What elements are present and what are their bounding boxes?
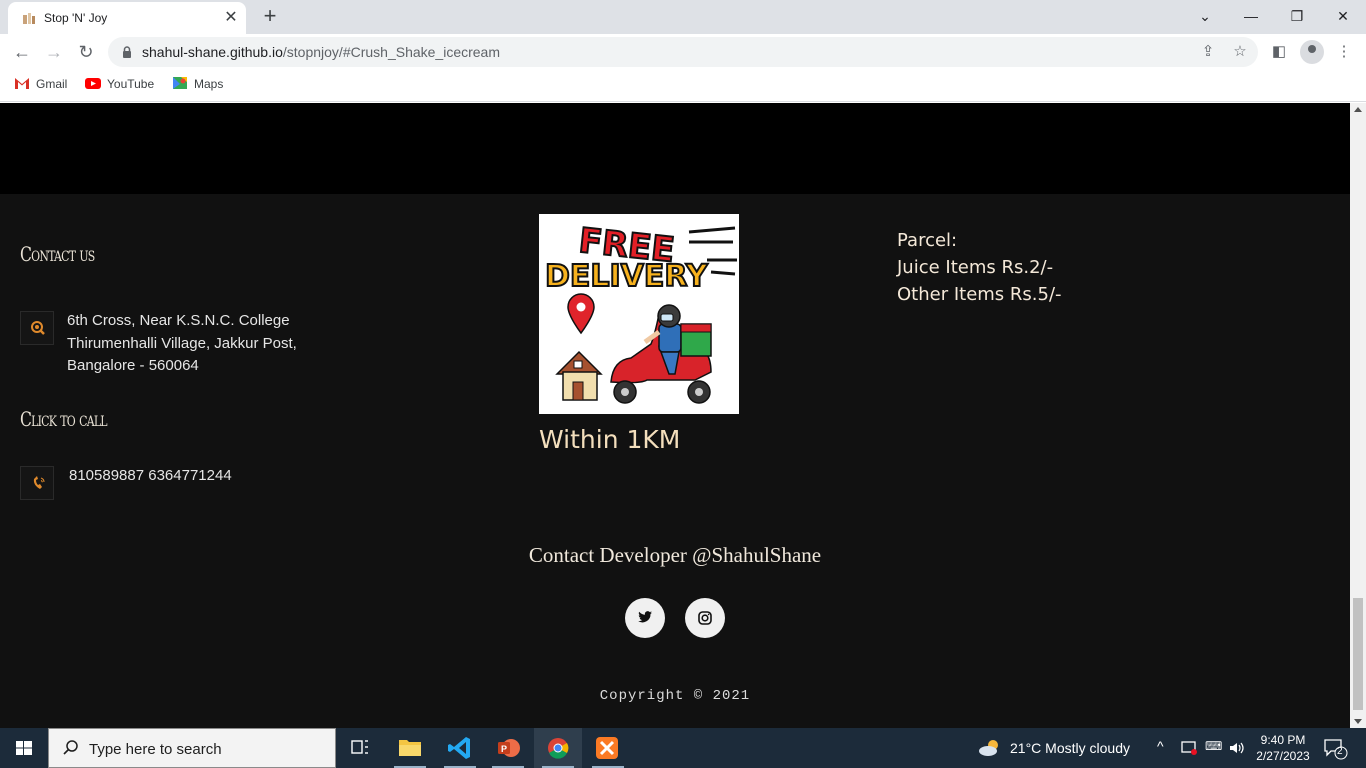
scroll-up-arrow-icon[interactable] [1354,107,1362,112]
page-footer: Contact us 6th Cross, Near K.S.N.C. Coll… [0,103,1350,728]
parcel-charges: Parcel: Juice Items Rs.2/- Other Items R… [897,227,1062,308]
powerpoint-icon: P [498,739,520,757]
free-delivery-image: FREE DELIVERY [539,214,739,414]
minimize-button[interactable]: — [1228,4,1274,30]
weather-cloudy-icon [979,740,998,756]
ime-icon[interactable]: ⌨ [1205,739,1222,753]
weather-text[interactable]: 21°C Mostly cloudy [1010,740,1130,756]
back-button[interactable]: ← [9,39,35,65]
search-location-icon [31,321,45,335]
windows-logo-icon [16,741,32,755]
new-tab-button[interactable]: + [258,5,282,29]
menu-icon[interactable]: ⋮ [1331,39,1357,65]
system-clock[interactable]: 9:40 PM 2/27/2023 [1252,732,1314,764]
address-line: 6th Cross, Near K.S.N.C. College [67,312,290,329]
chrome-button[interactable] [534,728,582,768]
url-text: shahul-shane.github.io/stopnjoy/#Crush_S… [142,44,500,60]
phone-icon [33,476,45,489]
contact-heading: Contact us [20,242,95,266]
site-favicon-icon [23,13,35,24]
bookmarks-bar: Gmail YouTube Maps [0,70,1366,102]
bookmark-label: YouTube [107,77,155,91]
browser-tab-bar: Stop 'N' Joy ✕ + ⌄ — ❐ ✕ [0,0,1366,34]
notification-center-button[interactable]: 2 [1322,736,1348,760]
developer-contact: Contact Developer @ShahulShane [528,543,822,567]
location-icon-box [20,311,54,345]
xampp-button[interactable] [584,728,632,768]
url-host: shahul-shane.github.io [142,44,283,60]
bookmark-youtube[interactable]: YouTube [85,76,154,96]
twitter-icon [638,611,652,623]
tray-overflow-chevron-icon[interactable]: ^ [1157,738,1164,754]
call-heading: Click to call [20,407,108,431]
clock-time: 9:40 PM [1260,733,1306,747]
delivery-word: DELIVERY [545,259,709,294]
file-explorer-button[interactable] [386,728,434,768]
phone-numbers[interactable]: 810589887 6364771244 [69,465,232,488]
maps-icon [173,77,187,89]
vscode-icon [448,737,470,759]
bookmark-star-icon[interactable]: ☆ [1230,42,1250,62]
chrome-icon [548,738,569,759]
instagram-link[interactable] [685,598,725,638]
delivery-box-icon [680,323,712,357]
vscode-button[interactable] [436,728,484,768]
map-pin-icon [567,293,595,335]
profile-avatar[interactable] [1300,40,1324,64]
notification-count: 2 [1337,746,1343,757]
svg-text:P: P [501,744,507,754]
taskbar-search-box[interactable]: Type here to search [48,728,336,768]
address-text: 6th Cross, Near K.S.N.C. College Thirume… [67,310,297,378]
forward-button[interactable]: → [41,39,67,65]
copyright-text: Copyright © 2021 [599,688,751,704]
parcel-line: Other Items Rs.5/- [897,284,1062,305]
close-tab-icon[interactable]: ✕ [222,9,240,27]
delivery-range: Within 1KM [539,425,681,454]
tab-title: Stop 'N' Joy [44,11,108,25]
tab-search-icon[interactable]: ⌄ [1182,4,1228,30]
scroll-down-arrow-icon[interactable] [1354,719,1362,724]
browser-toolbar: ← → ↻ shahul-shane.github.io/stopnjoy/#C… [0,34,1366,70]
task-view-icon [351,740,368,754]
task-view-button[interactable] [336,728,384,768]
parcel-line: Parcel: [897,230,958,251]
share-icon[interactable]: ⇪ [1198,42,1218,62]
close-window-button[interactable]: ✕ [1320,4,1366,30]
bookmark-label: Maps [194,77,224,91]
xampp-icon [596,737,618,759]
side-panel-icon[interactable]: ◧ [1266,39,1292,65]
address-bar[interactable]: shahul-shane.github.io/stopnjoy/#Crush_S… [108,37,1258,67]
lock-icon [123,46,131,58]
restore-button[interactable]: ❐ [1274,4,1320,30]
browser-tab[interactable]: Stop 'N' Joy ✕ [8,2,246,34]
clock-date: 2/27/2023 [1256,749,1310,763]
phone-icon-box[interactable] [20,466,54,500]
free-delivery-illustration: FREE DELIVERY [544,220,737,404]
address-line: Bangalore - 560064 [67,357,199,374]
house-icon [555,350,603,401]
youtube-icon [85,78,101,89]
page-scrollbar[interactable] [1350,103,1366,728]
url-path: /stopnjoy/#Crush_Shake_icecream [282,44,501,60]
address-line: Thirumenhalli Village, Jakkur Post, [67,334,297,352]
twitter-link[interactable] [625,598,665,638]
instagram-icon [698,611,712,625]
parcel-line: Juice Items Rs.2/- [897,257,1054,278]
notification-icon [1324,739,1348,760]
scrollbar-thumb[interactable] [1353,598,1363,710]
network-icon[interactable] [1180,739,1198,757]
start-button[interactable] [0,728,48,768]
gmail-icon [15,78,29,89]
bookmark-gmail[interactable]: Gmail [14,76,67,96]
bookmark-maps[interactable]: Maps [172,76,223,96]
search-icon [63,740,78,755]
volume-icon[interactable] [1228,739,1246,757]
bookmark-label: Gmail [36,77,68,91]
black-band [0,103,1350,194]
windows-taskbar: Type here to search P 21°C Mostly cloudy… [0,728,1366,768]
folder-icon [399,740,421,756]
powerpoint-button[interactable]: P [484,728,532,768]
reload-button[interactable]: ↻ [73,39,99,65]
search-placeholder: Type here to search [89,741,222,758]
